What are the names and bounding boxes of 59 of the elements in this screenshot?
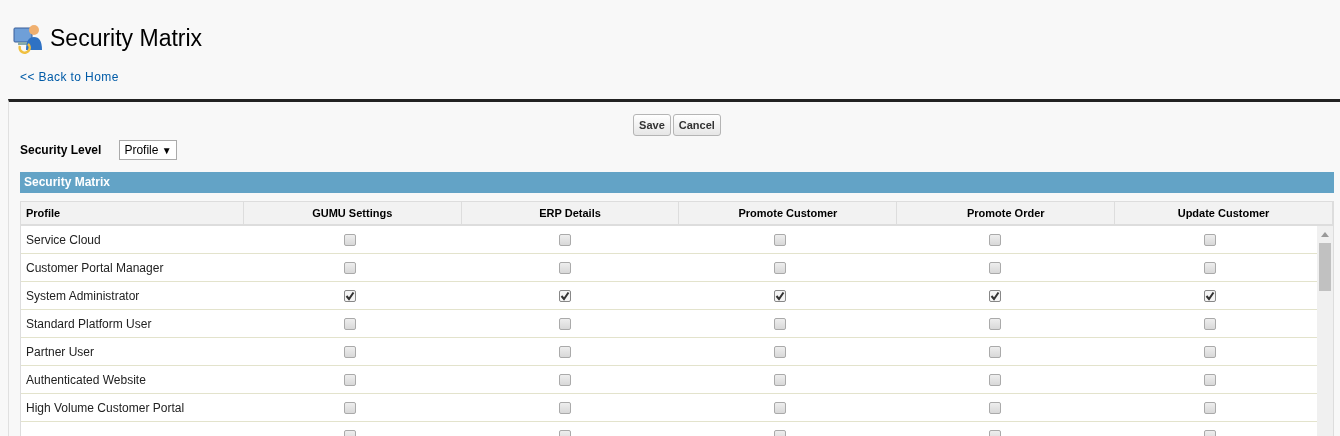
column-header: Promote Order (897, 202, 1116, 224)
permission-checkbox[interactable] (559, 261, 572, 274)
permission-checkbox[interactable] (988, 345, 1001, 358)
permission-checkbox[interactable] (773, 233, 786, 246)
profile-name: High Volume Customer Portal (25, 400, 186, 415)
column-header: GUMU Settings (243, 202, 462, 224)
permission-checkbox[interactable] (988, 373, 1001, 386)
permission-checkbox[interactable] (559, 233, 572, 246)
profile-name: Customer Portal Manager (25, 260, 165, 275)
security-level-dropdown[interactable]: Profile ▼ (119, 140, 177, 160)
computer-user-icon (12, 22, 44, 54)
permission-checkbox[interactable] (344, 401, 357, 414)
permission-checkbox[interactable] (988, 233, 1001, 246)
permission-checkbox[interactable] (773, 317, 786, 330)
permission-checkbox[interactable] (773, 289, 786, 302)
permission-checkbox[interactable] (344, 289, 357, 302)
permission-checkbox[interactable] (773, 261, 786, 274)
column-header: ERP Details (461, 202, 680, 224)
permission-checkbox[interactable] (988, 261, 1001, 274)
permission-checkbox[interactable] (344, 233, 357, 246)
action-button[interactable]: Save (633, 114, 671, 136)
page-title: Security Matrix (50, 24, 203, 52)
profile-name: Partner User (25, 344, 96, 359)
permission-checkbox[interactable] (344, 261, 357, 274)
permission-checkbox[interactable] (344, 373, 357, 386)
profile-name: Standard Platform User (25, 316, 153, 331)
permission-checkbox[interactable] (559, 317, 572, 330)
profile-name: Service Cloud (25, 232, 102, 247)
permission-checkbox[interactable] (773, 345, 786, 358)
permission-checkbox[interactable] (1203, 233, 1216, 246)
permission-checkbox[interactable] (1203, 261, 1216, 274)
permission-checkbox[interactable] (1203, 317, 1216, 330)
permission-checkbox[interactable] (988, 317, 1001, 330)
permission-checkbox[interactable] (559, 345, 572, 358)
column-header: Profile (21, 202, 244, 224)
permission-checkbox[interactable] (773, 401, 786, 414)
permission-checkbox[interactable] (1203, 373, 1216, 386)
security-level-label: Security Level (20, 143, 102, 157)
scroll-up-arrow-icon[interactable] (1321, 232, 1329, 237)
back-to-home-link[interactable]: << Back to Home (20, 70, 119, 84)
permission-checkbox[interactable] (1203, 289, 1216, 302)
scroll-thumb[interactable] (1319, 243, 1331, 291)
profile-name: Authenticated Website (25, 372, 147, 387)
permission-checkbox[interactable] (344, 345, 357, 358)
action-button[interactable]: Cancel (672, 114, 721, 136)
permission-checkbox[interactable] (988, 289, 1001, 302)
profile-name: System Administrator (25, 288, 141, 303)
permission-checkbox[interactable] (559, 401, 572, 414)
column-header: Promote Customer (679, 202, 898, 224)
vertical-scrollbar[interactable] (1317, 226, 1333, 436)
column-header: Update Customer (1115, 202, 1333, 224)
permission-checkbox[interactable] (344, 317, 357, 330)
permission-checkbox[interactable] (773, 373, 786, 386)
permission-checkbox[interactable] (559, 373, 572, 386)
permission-checkbox[interactable] (559, 289, 572, 302)
permission-checkbox[interactable] (1203, 401, 1216, 414)
section-header-bar: Security Matrix (20, 172, 1334, 193)
permission-checkbox[interactable] (988, 401, 1001, 414)
permission-checkbox[interactable] (1203, 345, 1216, 358)
